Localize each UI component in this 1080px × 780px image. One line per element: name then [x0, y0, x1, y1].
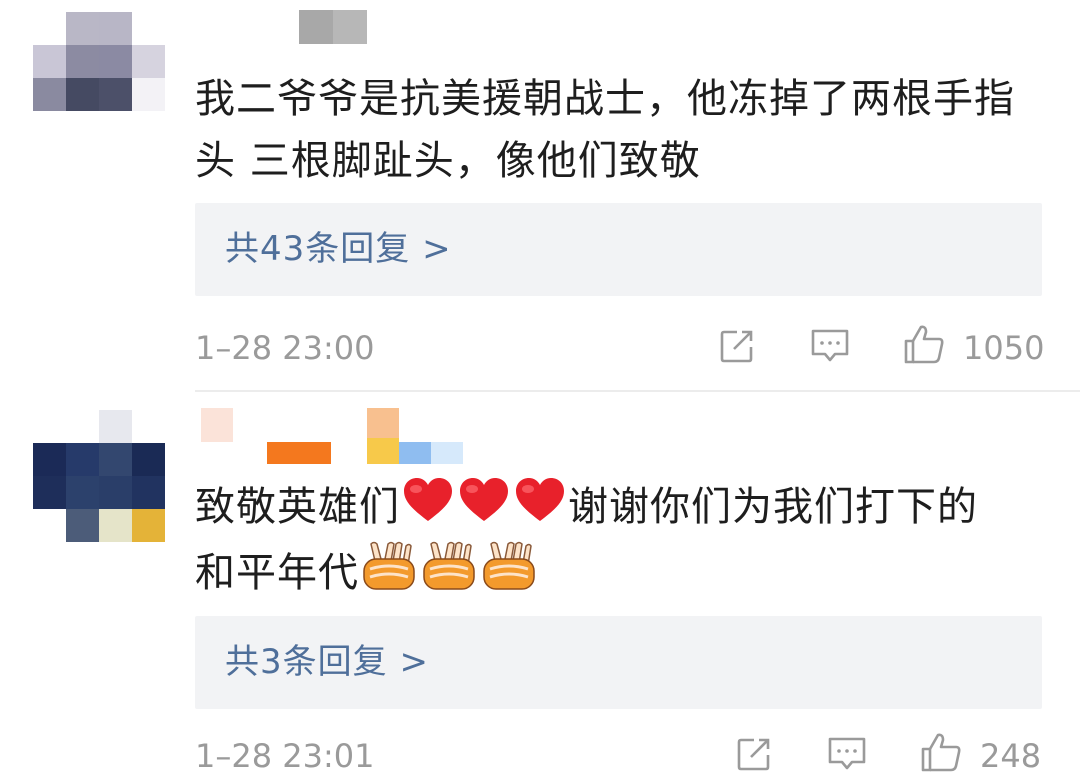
avatar[interactable] — [33, 12, 165, 111]
comment-meta: 1–28 23:01 248 — [195, 730, 1042, 780]
victory-hands-icon — [361, 541, 417, 609]
avatar[interactable] — [33, 410, 165, 542]
thumbs-up-icon[interactable] — [919, 730, 963, 774]
username-redacted[interactable] — [195, 408, 485, 478]
comment-text: 致敬英雄们 谢谢你们为我们打下的 和平年代 — [195, 476, 1055, 609]
red-heart-icon — [402, 477, 454, 541]
comment-text-line: 和平年代 — [195, 541, 1055, 609]
victory-hands-icon — [421, 541, 477, 609]
replies-box[interactable]: 共43条回复 > — [195, 203, 1042, 296]
share-icon[interactable] — [717, 326, 757, 366]
timestamp: 1–28 23:01 — [195, 737, 375, 775]
comment-text-line: 致敬英雄们 谢谢你们为我们打下的 — [195, 476, 1055, 541]
like-count: 248 — [980, 737, 1042, 775]
comment-text-line: 头 三根脚趾头，像他们致敬 — [195, 138, 701, 184]
timestamp: 1–28 23:00 — [195, 329, 375, 367]
username-redacted[interactable] — [195, 10, 485, 50]
victory-hands-icon — [481, 541, 537, 609]
view-replies-link[interactable]: 共43条回复 > — [225, 227, 452, 271]
comment-item: 我二爷爷是抗美援朝战士，他冻掉了两根手指 头 三根脚趾头，像他们致敬 共43条回… — [0, 0, 1080, 390]
share-icon[interactable] — [734, 734, 774, 774]
like-count: 1050 — [963, 329, 1045, 367]
comment-text-line: 我二爷爷是抗美援朝战士，他冻掉了两根手指 — [195, 76, 1015, 122]
red-heart-icon — [514, 477, 566, 541]
red-heart-icon — [458, 477, 510, 541]
comment-text-span: 致敬英雄们 — [195, 484, 400, 530]
comment-icon[interactable] — [826, 734, 868, 774]
comment-text: 我二爷爷是抗美援朝战士，他冻掉了两根手指 头 三根脚趾头，像他们致敬 — [195, 68, 1055, 192]
comment-text-span: 和平年代 — [195, 550, 359, 596]
comment-icon[interactable] — [809, 326, 851, 366]
view-replies-link[interactable]: 共3条回复 > — [225, 640, 429, 684]
thumbs-up-icon[interactable] — [902, 322, 946, 366]
replies-box[interactable]: 共3条回复 > — [195, 616, 1042, 709]
comment-item: 致敬英雄们 谢谢你们为我们打下的 和平年代 共3条回复 > 1–28 23:01 — [0, 392, 1080, 775]
comment-text-span: 谢谢你们为我们打下的 — [568, 484, 978, 530]
comment-meta: 1–28 23:00 1050 — [195, 322, 1045, 372]
